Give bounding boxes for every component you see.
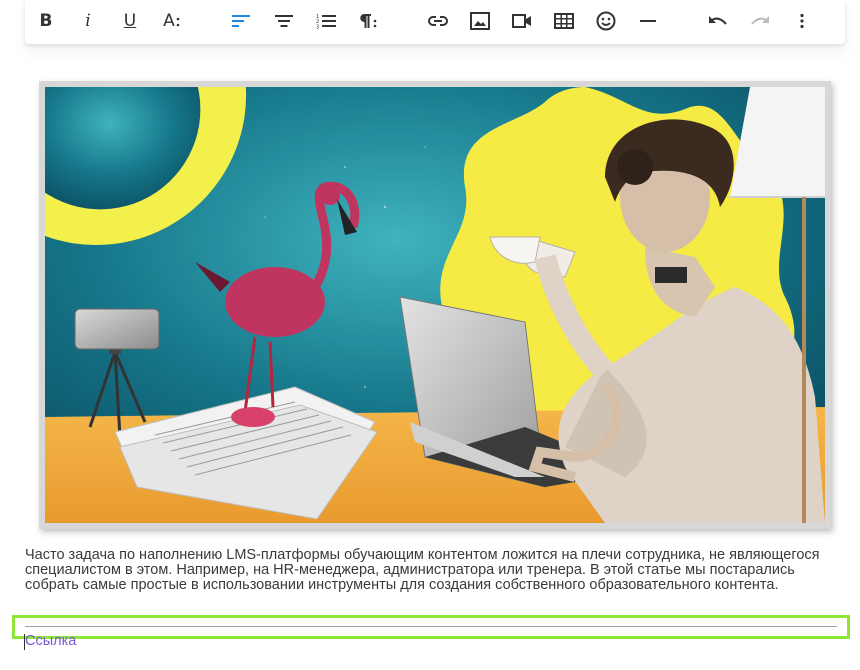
insert-image-button[interactable]	[466, 8, 494, 34]
link-icon	[428, 16, 448, 26]
svg-text:3: 3	[316, 25, 319, 30]
italic-icon: i	[85, 11, 91, 31]
article-image[interactable]	[39, 81, 831, 529]
align-left-icon	[232, 15, 250, 27]
content-link[interactable]: Ссылка	[25, 633, 76, 649]
insert-link-button[interactable]	[424, 8, 452, 34]
underline-icon: U	[123, 11, 137, 31]
paragraph-icon	[360, 14, 377, 28]
more-vertical-icon	[800, 13, 804, 29]
emoji-icon	[596, 11, 616, 31]
insert-table-button[interactable]	[550, 8, 578, 34]
video-icon	[512, 14, 531, 28]
bold-button[interactable]: B	[32, 8, 60, 34]
horizontal-rule	[25, 626, 837, 627]
italic-button[interactable]: i	[74, 8, 102, 34]
undo-icon	[709, 16, 727, 25]
align-center-icon	[275, 15, 293, 27]
article-paragraph[interactable]: Часто задача по наполнению LMS-платформы…	[25, 548, 845, 593]
horizontal-line-icon	[640, 20, 656, 22]
underline-button[interactable]: U	[116, 8, 144, 34]
insert-video-button[interactable]	[508, 8, 536, 34]
editor-toolbar: B i U A 1 2 3	[25, 0, 845, 44]
table-icon	[554, 13, 574, 29]
font-size-icon: A	[163, 11, 175, 31]
font-size-dots-icon	[176, 17, 180, 27]
align-center-button[interactable]	[270, 8, 298, 34]
redo-button[interactable]	[746, 8, 774, 34]
horizontal-line-button[interactable]	[634, 8, 662, 34]
emoji-button[interactable]	[592, 8, 620, 34]
undo-button[interactable]	[704, 8, 732, 34]
bold-icon: B	[39, 11, 53, 31]
numbered-list-button[interactable]: 1 2 3	[312, 8, 340, 34]
redo-icon	[751, 16, 769, 25]
font-size-button[interactable]: A	[158, 8, 186, 34]
paragraph-format-button[interactable]	[354, 8, 382, 34]
collage-illustration	[45, 87, 825, 523]
numbered-list-icon: 1 2 3	[316, 14, 336, 30]
image-icon	[470, 12, 490, 30]
horizontal-rule-selection[interactable]	[12, 615, 850, 639]
align-left-button[interactable]	[227, 8, 255, 34]
more-options-button[interactable]	[788, 8, 816, 34]
